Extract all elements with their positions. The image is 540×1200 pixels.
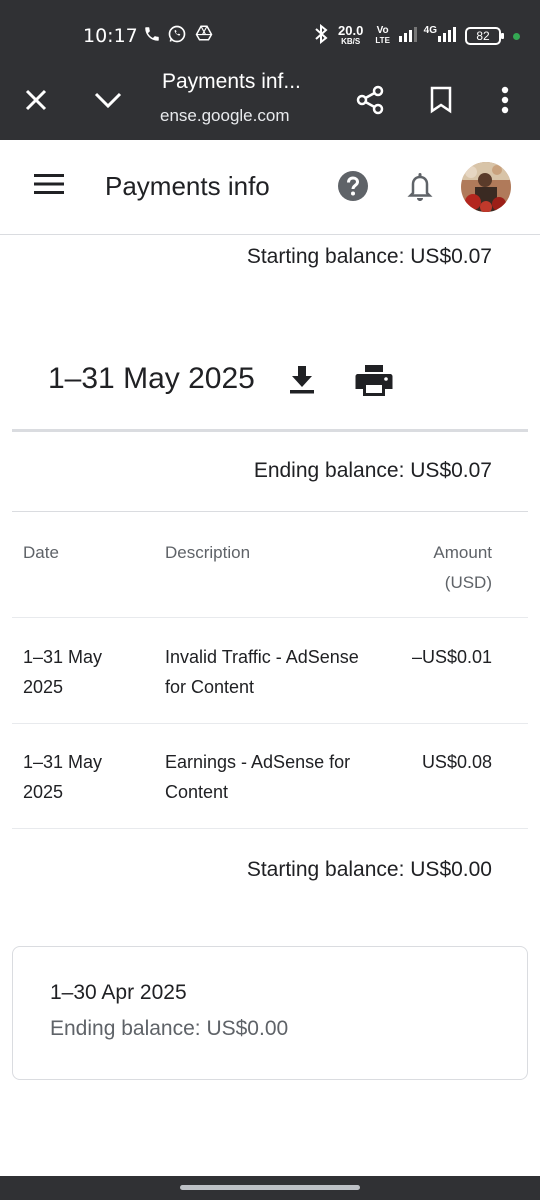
bluetooth-icon [314,23,328,49]
bookmark-icon[interactable] [421,80,461,120]
status-bar: 10:17 20.0 KB/S Vo LTE 4G 82 [0,0,540,70]
help-icon[interactable] [337,170,370,203]
row-date: 1–31 May 2025 [23,647,103,697]
row-divider [12,617,528,618]
status-icons-right: 20.0 KB/S Vo LTE 4G 82 [314,22,520,50]
download-icon[interactable] [286,362,320,398]
column-header-description: Description [165,543,251,562]
row-description: Earnings - AdSense for Content [165,752,351,802]
row-description: Invalid Traffic - AdSense for Content [165,647,359,697]
volte-indicator: Vo LTE [375,25,390,46]
network-type: 4G [423,24,437,36]
net-speed: 20.0 KB/S [338,23,364,46]
tab-title: Payments inf... [162,70,301,93]
system-nav-bar [0,1176,540,1200]
app-header: Payments info [0,140,540,235]
signal-icon-2 [437,26,457,47]
row-divider [12,723,528,724]
whatsapp-icon [167,24,187,49]
custom-tab-toolbar: Payments inf... ense.google.com [0,62,540,140]
avatar[interactable] [461,162,511,212]
period-title: 1–31 May 2025 [48,362,255,395]
tab-url: ense.google.com [160,106,290,125]
row-amount: US$0.08 [421,752,492,772]
phone-icon [143,24,161,49]
previous-period-card[interactable]: 1–30 Apr 2025 Ending balance: US$0.00 [12,946,528,1080]
previous-period-title: 1–30 Apr 2025 [50,981,187,1004]
print-icon[interactable] [355,361,393,399]
signal-icon [398,26,418,47]
column-header-amount: Amount (USD) [433,543,492,592]
column-header-date: Date [23,543,59,562]
battery-icon: 82 [465,27,504,45]
browser-chrome: 10:17 20.0 KB/S Vo LTE 4G 82 Payments in… [0,0,540,140]
menu-icon[interactable] [34,173,70,203]
status-dot [513,32,520,40]
section-divider [12,429,528,432]
gesture-handle[interactable] [180,1185,360,1190]
table-top-divider [12,511,528,512]
more-vert-icon[interactable] [485,80,525,120]
row-date: 1–31 May 2025 [23,752,103,802]
row-divider [12,828,528,829]
page-title: Payments info [105,171,270,201]
notifications-icon[interactable] [404,170,438,204]
top-starting-balance: Starting balance: US$0.07 [246,245,492,268]
previous-period-ending-balance: Ending balance: US$0.00 [50,1017,289,1040]
close-icon[interactable] [16,80,56,120]
chevron-down-icon[interactable] [88,80,128,120]
drive-icon [195,24,213,47]
row-amount: –US$0.01 [411,647,492,667]
status-time: 10:17 [83,25,138,47]
starting-balance: Starting balance: US$0.00 [246,858,492,881]
ending-balance: Ending balance: US$0.07 [253,459,492,482]
share-icon[interactable] [350,80,390,120]
